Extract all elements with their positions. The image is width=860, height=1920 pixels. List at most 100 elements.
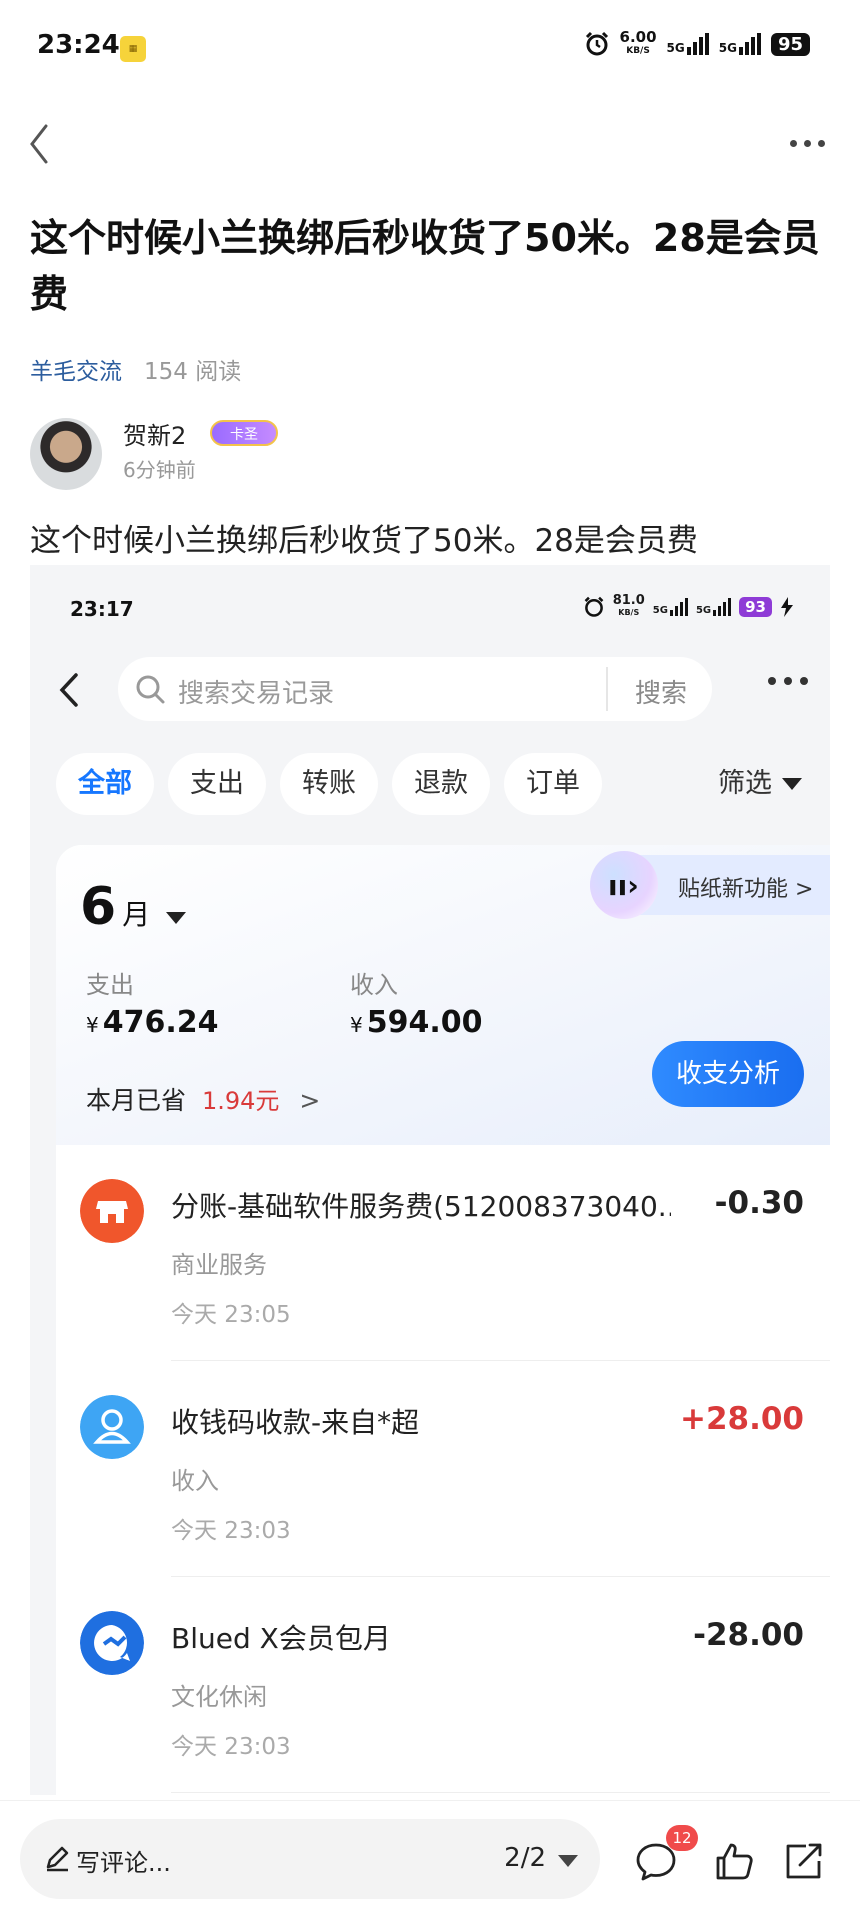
search-icon bbox=[136, 675, 165, 704]
expense-value: 476.24 bbox=[102, 1005, 219, 1040]
image-network-speed-value: 81.0 bbox=[612, 593, 645, 608]
network-type-2: 5G bbox=[718, 41, 737, 55]
author-name[interactable]: 贺新2 bbox=[123, 416, 186, 451]
monthly-summary: 6 月 ıı› 贴纸新功能 > 支出 ¥476.24 收入 ¥594.00 本月… bbox=[56, 845, 830, 1145]
top-nav bbox=[0, 100, 860, 190]
expense-total: ¥476.24 bbox=[86, 1005, 219, 1040]
image-network-speed: 81.0 KB/S bbox=[612, 593, 645, 619]
income-total: ¥594.00 bbox=[350, 1005, 483, 1040]
more-options-icon[interactable] bbox=[782, 128, 832, 158]
chip-refund[interactable]: 退款 bbox=[392, 753, 490, 815]
search-input[interactable]: 搜索交易记录 bbox=[178, 673, 334, 710]
transactions-card: 6 月 ıı› 贴纸新功能 > 支出 ¥476.24 收入 ¥594.00 本月… bbox=[56, 845, 830, 1795]
transaction-time: 今天 23:05 bbox=[171, 1302, 291, 1328]
network-type-1: 5G bbox=[666, 41, 685, 55]
post-category-link[interactable]: 羊毛交流 bbox=[30, 352, 122, 386]
post-time: 6分钟前 bbox=[123, 458, 196, 482]
post-body: 这个时候小兰换绑后秒收货了50米。28是会员费 bbox=[30, 523, 698, 559]
post-read-count: 154 阅读 bbox=[144, 359, 242, 385]
post-title: 这个时候小兰换绑后秒收货了50米。28是会员费 bbox=[30, 216, 820, 316]
transaction-row[interactable]: 分账-基础软件服务费(512008373040... -0.30 商业服务 今天… bbox=[56, 1145, 830, 1361]
author-level-badge: 卡圣 bbox=[210, 420, 278, 446]
person-icon bbox=[80, 1395, 144, 1459]
image-battery: 93 bbox=[739, 597, 772, 617]
image-status-time: 23:17 bbox=[70, 597, 134, 621]
transaction-title: 收钱码收款-来自*超 bbox=[171, 1406, 420, 1439]
filter-chips: 全部 支出 转账 退款 订单 bbox=[56, 753, 602, 815]
network-speed-unit: KB/S bbox=[626, 46, 650, 56]
transaction-amount: -0.30 bbox=[714, 1185, 804, 1221]
store-icon bbox=[80, 1179, 144, 1243]
comment-count-badge: 12 bbox=[666, 1825, 698, 1851]
back-icon[interactable] bbox=[16, 114, 66, 174]
row-divider bbox=[171, 1792, 830, 1793]
transaction-title: Blued X会员包月 bbox=[171, 1622, 391, 1655]
alarm-icon bbox=[584, 596, 604, 617]
transaction-category: 文化休闲 bbox=[171, 1683, 267, 1711]
more-options-icon[interactable] bbox=[768, 677, 808, 685]
transaction-title: 分账-基础软件服务费(512008373040... bbox=[171, 1190, 671, 1223]
transaction-category: 商业服务 bbox=[171, 1251, 267, 1279]
signal-icon: 5G bbox=[653, 598, 688, 616]
share-icon[interactable] bbox=[782, 1839, 826, 1883]
notification-app-icon: ▦ bbox=[120, 36, 146, 62]
search-button[interactable]: 搜索 bbox=[618, 673, 704, 710]
income-expense-analysis-button[interactable]: 收支分析 bbox=[652, 1041, 804, 1107]
chip-all[interactable]: 全部 bbox=[56, 753, 154, 815]
search-bar[interactable]: 搜索交易记录 搜索 bbox=[118, 657, 712, 721]
image-network-type-1: 5G bbox=[652, 605, 668, 616]
signal-icon: 5G bbox=[696, 598, 732, 616]
chip-transfer[interactable]: 转账 bbox=[280, 753, 378, 815]
month-number: 6 bbox=[80, 877, 117, 937]
sticker-face-icon: ıı› bbox=[590, 851, 658, 919]
chip-order[interactable]: 订单 bbox=[504, 753, 602, 815]
author-row[interactable]: 贺新2 卡圣 6分钟前 bbox=[30, 416, 830, 492]
chevron-down-icon bbox=[782, 778, 802, 790]
comment-placeholder: 写评论... bbox=[76, 1849, 171, 1877]
bottom-action-bar: 写评论... 2/2 12 bbox=[0, 1800, 860, 1920]
pen-icon bbox=[46, 1846, 69, 1872]
avatar[interactable] bbox=[30, 418, 102, 490]
status-icons: 6.00 KB/S 5G 5G 95 bbox=[584, 30, 810, 58]
signal-icon-2: 5G bbox=[719, 33, 761, 55]
back-icon[interactable] bbox=[50, 665, 90, 715]
income-label: 收入 bbox=[350, 971, 398, 999]
filter-label: 筛选 bbox=[718, 768, 772, 799]
sticker-feature-banner[interactable]: ıı› 贴纸新功能 > bbox=[590, 851, 830, 919]
transaction-category: 收入 bbox=[171, 1467, 219, 1495]
sticker-feature-label: 贴纸新功能 > bbox=[678, 877, 814, 902]
battery-indicator: 95 bbox=[770, 32, 810, 56]
monthly-savings[interactable]: 本月已省 1.94元 > bbox=[86, 1081, 320, 1117]
income-value: 594.00 bbox=[366, 1005, 483, 1040]
status-bar: 23:24 ▦ 6.00 KB/S 5G 5G 95 bbox=[0, 0, 860, 100]
search-divider bbox=[606, 667, 608, 711]
page-indicator[interactable]: 2/2 bbox=[504, 1843, 546, 1873]
transaction-time: 今天 23:03 bbox=[171, 1518, 291, 1544]
status-time: 23:24 bbox=[37, 30, 120, 60]
month-unit: 月 bbox=[122, 898, 151, 931]
comment-input[interactable]: 写评论... 2/2 bbox=[20, 1819, 600, 1899]
income-currency: ¥ bbox=[350, 1013, 363, 1037]
chevron-down-icon[interactable] bbox=[558, 1855, 578, 1867]
post-meta: 羊毛交流 154 阅读 bbox=[30, 352, 241, 386]
chip-expense[interactable]: 支出 bbox=[168, 753, 266, 815]
post-image[interactable]: 23:17 81.0 KB/S 5G 5G 93 搜索交易记录 搜索 全部 支出… bbox=[30, 565, 830, 1795]
month-selector[interactable]: 6 月 bbox=[80, 877, 187, 937]
chevron-down-icon bbox=[166, 912, 187, 924]
alarm-icon bbox=[585, 31, 608, 56]
savings-value: 1.94元 bbox=[201, 1087, 280, 1115]
expense-currency: ¥ bbox=[86, 1013, 99, 1037]
transaction-amount: +28.00 bbox=[679, 1401, 804, 1437]
transaction-row[interactable]: Blued X会员包月 -28.00 文化休闲 今天 23:03 bbox=[56, 1577, 830, 1793]
filter-dropdown[interactable]: 筛选 bbox=[718, 753, 802, 815]
image-status-icons: 81.0 KB/S 5G 5G 93 bbox=[583, 593, 794, 619]
image-network-speed-unit: KB/S bbox=[618, 608, 640, 617]
chevron-right-icon: > bbox=[299, 1086, 321, 1115]
signal-icon-1: 5G bbox=[667, 33, 709, 55]
savings-label: 本月已省 bbox=[86, 1086, 187, 1115]
thumbs-up-icon[interactable] bbox=[712, 1839, 756, 1883]
network-speed: 6.00 KB/S bbox=[620, 30, 657, 58]
transaction-row[interactable]: 收钱码收款-来自*超 +28.00 收入 今天 23:03 bbox=[56, 1361, 830, 1577]
transaction-time: 今天 23:03 bbox=[171, 1734, 291, 1760]
transaction-amount: -28.00 bbox=[693, 1617, 804, 1653]
